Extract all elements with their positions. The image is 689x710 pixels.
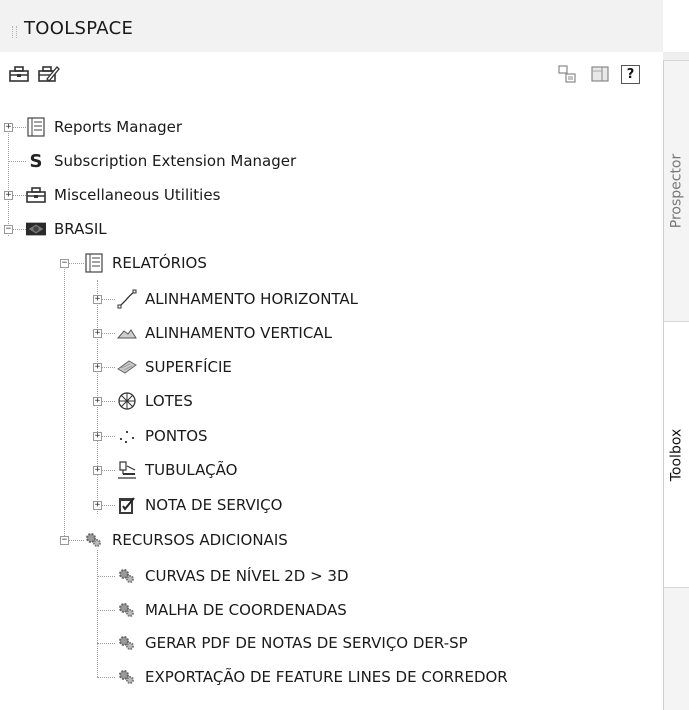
expand-toggle[interactable]: +	[93, 295, 102, 304]
tree-connector	[64, 267, 65, 542]
expand-toggle[interactable]: +	[93, 397, 102, 406]
tree-connector	[97, 677, 115, 678]
gears-icon	[117, 566, 137, 586]
subscription-s-icon: S	[29, 150, 43, 172]
points-icon	[117, 426, 137, 446]
drag-grip-icon[interactable]	[12, 26, 17, 38]
tree-item-label: CURVAS DE NÍVEL 2D > 3D	[145, 567, 349, 585]
tree-item-label: GERAR PDF DE NOTAS DE SERVIÇO DER-SP	[145, 634, 468, 652]
title-bar[interactable]: TOOLSPACE	[0, 0, 663, 52]
tree-connector	[12, 127, 26, 128]
collapse-toggle[interactable]: −	[60, 259, 69, 268]
tree-item-label: BRASIL	[54, 220, 107, 238]
panel-title: TOOLSPACE	[24, 18, 134, 39]
tree-item-gerar-pdf[interactable]: GERAR PDF DE NOTAS DE SERVIÇO DER-SP	[117, 632, 468, 654]
tree-connector	[8, 127, 9, 236]
tree-item-reports-manager[interactable]: Reports Manager	[26, 116, 182, 138]
expand-toggle[interactable]: +	[4, 123, 13, 132]
tree-item-label: ALINHAMENTO VERTICAL	[145, 324, 332, 342]
tree-connector	[97, 576, 115, 577]
tree-item-recursos-adicionais[interactable]: RECURSOS ADICIONAIS	[84, 529, 288, 551]
tree-item-label: MALHA DE COORDENADAS	[145, 601, 347, 619]
tree-connector	[97, 643, 115, 644]
tree-item-alinhamento-vertical[interactable]: ALINHAMENTO VERTICAL	[117, 322, 332, 344]
tree-item-exportacao-feature[interactable]: EXPORTAÇÃO DE FEATURE LINES DE CORREDOR	[117, 666, 508, 688]
expand-toggle[interactable]: +	[4, 191, 13, 200]
tree-item-label: PONTOS	[145, 427, 208, 445]
tree-item-label: NOTA DE SERVIÇO	[145, 496, 283, 514]
tree-connector	[12, 229, 26, 230]
edit-toolbox-icon[interactable]	[38, 64, 60, 84]
expand-toggle[interactable]: +	[93, 329, 102, 338]
tree-item-curvas-nivel[interactable]: CURVAS DE NÍVEL 2D > 3D	[117, 565, 349, 587]
help-button[interactable]: ?	[621, 65, 640, 84]
toolbox-icon	[26, 185, 46, 205]
tree-item-label: SUPERFÍCIE	[145, 358, 232, 376]
toolspace-panel: TOOLSPACE ? + + − − + + + + + + + − Repo…	[0, 0, 663, 710]
tree-connector	[12, 195, 26, 196]
tree-item-subscription-manager[interactable]: S Subscription Extension Manager	[26, 150, 297, 172]
clipboard-check-icon	[117, 495, 137, 515]
tree-item-label: TUBULAÇÃO	[145, 461, 238, 479]
horizontal-alignment-icon	[117, 289, 137, 309]
tree-item-lotes[interactable]: LOTES	[117, 390, 193, 412]
tree-item-malha-coordenadas[interactable]: MALHA DE COORDENADAS	[117, 599, 347, 621]
expand-toggle[interactable]: +	[93, 466, 102, 475]
surface-icon	[117, 357, 137, 377]
expand-toggle[interactable]: +	[93, 432, 102, 441]
profile-icon	[117, 323, 137, 343]
tree-item-label: Miscellaneous Utilities	[54, 186, 221, 204]
report-icon	[84, 253, 104, 273]
tree-item-nota-servico[interactable]: NOTA DE SERVIÇO	[117, 494, 282, 516]
tree-connector	[101, 401, 115, 402]
report-icon	[26, 117, 46, 137]
tree-item-label: EXPORTAÇÃO DE FEATURE LINES DE CORREDOR	[145, 668, 508, 686]
tree-connector	[101, 436, 115, 437]
gears-icon	[117, 600, 137, 620]
tree-connector	[101, 333, 115, 334]
parcel-icon	[117, 391, 137, 411]
tree-item-pontos[interactable]: PONTOS	[117, 425, 208, 447]
tree-connector	[68, 540, 84, 541]
pipe-network-icon	[117, 460, 137, 480]
tree-item-brasil[interactable]: BRASIL	[26, 218, 107, 240]
tree-item-superficie[interactable]: SUPERFÍCIE	[117, 356, 232, 378]
tree-connector	[68, 263, 84, 264]
brazil-flag-icon	[26, 219, 46, 239]
tree-connector	[8, 161, 26, 162]
tree-item-tubulacao[interactable]: TUBULAÇÃO	[117, 459, 237, 481]
tree-connector	[97, 550, 98, 677]
tree-connector	[101, 470, 115, 471]
gears-icon	[117, 633, 137, 653]
tree-item-misc-utilities[interactable]: Miscellaneous Utilities	[26, 184, 220, 206]
copy-layout-icon[interactable]	[556, 64, 578, 84]
gears-icon	[84, 530, 104, 550]
tree-item-label: LOTES	[145, 392, 193, 410]
tree-item-alinhamento-horizontal[interactable]: ALINHAMENTO HORIZONTAL	[117, 288, 358, 310]
tree-item-label: RECURSOS ADICIONAIS	[112, 531, 288, 549]
tab-toolbox[interactable]: Toolbox	[663, 322, 689, 588]
tree-connector	[97, 610, 115, 611]
tree-item-relatorios[interactable]: RELATÓRIOS	[84, 252, 207, 274]
tab-strip-empty	[663, 588, 689, 710]
collapse-toggle[interactable]: −	[4, 225, 13, 234]
tree-connector	[101, 299, 115, 300]
toolbox-icon[interactable]	[8, 64, 30, 84]
tree-item-label: Subscription Extension Manager	[54, 152, 297, 170]
tree-connector	[101, 367, 115, 368]
expand-toggle[interactable]: +	[93, 501, 102, 510]
tab-toolbox-label: Toolbox	[668, 428, 685, 481]
tree-item-label: ALINHAMENTO HORIZONTAL	[145, 290, 359, 308]
gears-icon	[117, 667, 137, 687]
display-mode-icon[interactable]	[589, 64, 611, 84]
expand-toggle[interactable]: +	[93, 363, 102, 372]
tree-item-label: Reports Manager	[54, 118, 183, 136]
tab-prospector[interactable]: Prospector	[663, 60, 689, 322]
tree-connector	[101, 505, 115, 506]
tree-item-label: RELATÓRIOS	[112, 254, 207, 272]
collapse-toggle[interactable]: −	[60, 536, 69, 545]
tab-prospector-label: Prospector	[668, 153, 685, 229]
